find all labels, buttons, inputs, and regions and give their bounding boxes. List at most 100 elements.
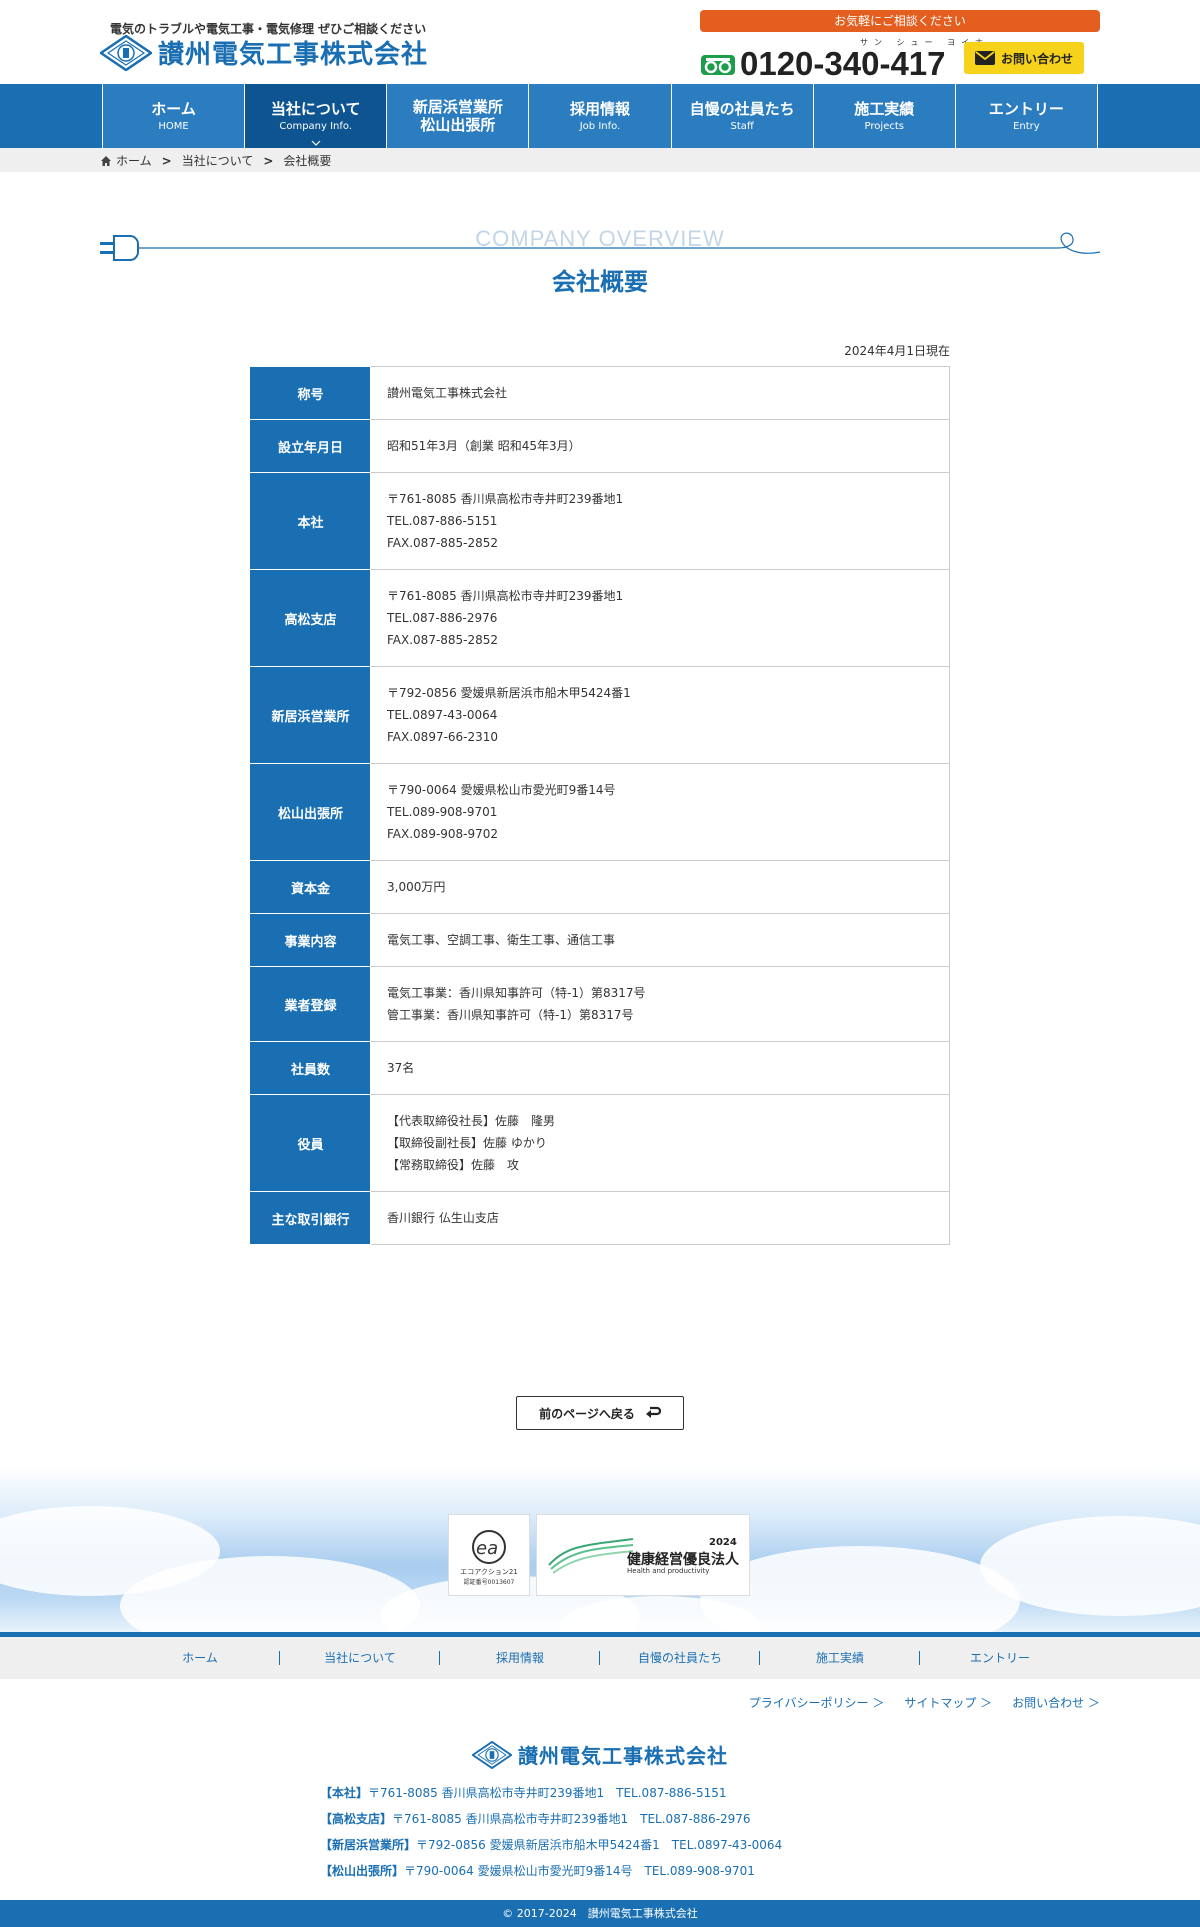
table-value-line: TEL.0897-43-0064 (387, 708, 498, 722)
footer-logo[interactable]: 讃州電気工事株式会社 (0, 1740, 1200, 1769)
table-row-label: 称号 (250, 366, 371, 420)
chevron-down-icon (311, 140, 321, 146)
table-value-line: 香川銀行 仏生山支店 (387, 1211, 499, 1225)
breadcrumb-separator: > (263, 153, 274, 168)
nav-item-recruit[interactable]: 採用情報 Job Info. (528, 84, 671, 148)
contact-link[interactable]: お問い合わせ ＞ (1012, 1694, 1100, 1711)
office-info: 〒761-8085 香川県高松市寺井町239番地1 TEL.087-886-29… (392, 1812, 751, 1826)
office-name: 【松山出張所】 (320, 1864, 405, 1878)
eco-action-badge[interactable]: ea エコアクション21 認証番号0013607 (448, 1514, 530, 1596)
nav-item-home[interactable]: ホーム HOME (102, 84, 245, 148)
nav-item-sublabel: Company Info. (279, 121, 353, 132)
table-row-value: 電気工事、空調工事、衛生工事、通信工事 (370, 913, 950, 967)
nav-item-label: エントリー (988, 100, 1064, 118)
table-value-line: 電気工事、空調工事、衛生工事、通信工事 (387, 933, 616, 947)
main-nav: ホーム HOME 当社について Company Info. 新居浜営業所 松山出… (0, 84, 1200, 148)
office-info: 〒792-0856 愛媛県新居浜市船木甲5424番1 TEL.0897-43-0… (416, 1838, 783, 1852)
table-row: 資本金 3,000万円 (250, 860, 950, 914)
nav-item-sublabel: Entry (1013, 121, 1040, 132)
footer-nav-projects[interactable]: 施工実績 (760, 1637, 920, 1679)
footer-nav-staff[interactable]: 自慢の社員たち (600, 1637, 760, 1679)
footer-nav-company[interactable]: 当社について (280, 1637, 440, 1679)
table-value-line: 37名 (387, 1061, 415, 1075)
footer-office-row: 【新居浜営業所】〒792-0856 愛媛県新居浜市船木甲5424番1 TEL.0… (320, 1832, 782, 1858)
table-row: 事業内容 電気工事、空調工事、衛生工事、通信工事 (250, 913, 950, 967)
office-name: 【高松支店】 (320, 1812, 393, 1826)
table-row: 主な取引銀行 香川銀行 仏生山支店 (250, 1191, 950, 1245)
table-value-line: 〒790-0064 愛媛県松山市愛光町9番14号 (387, 783, 616, 797)
sitemap-link[interactable]: サイトマップ ＞ (904, 1694, 992, 1711)
breadcrumb-home[interactable]: ホーム (116, 152, 152, 169)
office-name: 【本社】 (320, 1786, 369, 1800)
eco-action-label: エコアクション21 (460, 1567, 518, 1576)
table-value-line: 讃州電気工事株式会社 (387, 386, 508, 400)
table-value-line: 管工事業：香川県知事許可（特-1）第8317号 (387, 1008, 634, 1022)
company-name: 讃州電気工事株式会社 (158, 40, 429, 70)
office-info: 〒790-0064 愛媛県松山市愛光町9番14号 TEL.089-908-970… (404, 1864, 755, 1878)
svg-text:ea: ea (476, 1538, 498, 1559)
privacy-policy-link[interactable]: プライバシーポリシー ＞ (749, 1694, 885, 1711)
table-value-line: 〒792-0856 愛媛県新居浜市船木甲5424番1 (387, 686, 631, 700)
table-value-line: TEL.087-886-5151 (387, 514, 498, 528)
footer-offices: 【本社】〒761-8085 香川県高松市寺井町239番地1 TEL.087-88… (320, 1780, 782, 1884)
table-row: 業者登録 電気工事業：香川県知事許可（特-1）第8317号 管工事業：香川県知事許可… (250, 966, 950, 1042)
table-row-value: 電気工事業：香川県知事許可（特-1）第8317号 管工事業：香川県知事許可（特-1… (370, 966, 950, 1042)
back-button[interactable]: 前のページへ戻る (516, 1396, 684, 1430)
phone-contact[interactable]: サン シュー ヨイナ 0120-340-417 (700, 38, 989, 80)
table-value-line: TEL.089-908-9701 (387, 805, 498, 819)
table-row-value: 〒761-8085 香川県高松市寺井町239番地1 TEL.087-886-515… (370, 472, 950, 570)
footer-nav-home[interactable]: ホーム (120, 1637, 280, 1679)
health-badge-name: 健康経営優良法人 (627, 1552, 739, 1568)
table-value-line: FAX.089-908-9702 (387, 827, 499, 841)
table-row: 設立年月日 昭和51年3月（創業 昭和45年3月） (250, 419, 950, 473)
breadcrumb: ホーム > 当社について > 会社概要 (100, 152, 331, 169)
breadcrumb-company[interactable]: 当社について (182, 152, 254, 169)
nav-item-label: ホーム (151, 100, 196, 118)
table-row-value: 香川銀行 仏生山支店 (370, 1191, 950, 1245)
table-row-label: 高松支店 (250, 569, 371, 667)
nav-item-label: 施工実績 (854, 100, 915, 118)
as-of-date: 2024年4月1日現在 (844, 344, 950, 358)
health-management-badge[interactable]: 2024 健康経営優良法人 Health and productivity (536, 1514, 750, 1596)
contact-button-label: お問い合わせ (1000, 51, 1073, 66)
eco-action-number: 認証番号0013607 (463, 1578, 515, 1586)
table-row-label: 本社 (250, 472, 371, 570)
footer-links: プライバシーポリシー ＞ サイトマップ ＞ お問い合わせ ＞ (600, 1694, 1100, 1711)
footer-nav-recruit[interactable]: 採用情報 (440, 1637, 600, 1679)
footer-nav-label: 自慢の社員たち (637, 1651, 722, 1665)
table-value-line: 〒761-8085 香川県高松市寺井町239番地1 (387, 589, 624, 603)
table-value-line: FAX.087-885-2852 (387, 536, 499, 550)
table-row-value: 昭和51年3月（創業 昭和45年3月） (370, 419, 950, 473)
phone-number: 0120-340-417 (740, 45, 946, 82)
consult-banner: お気軽にご相談ください (700, 10, 1100, 32)
table-row-value: 3,000万円 (370, 860, 950, 914)
nav-item-entry[interactable]: エントリー Entry (954, 84, 1098, 148)
return-arrow-icon (645, 1406, 661, 1418)
table-value-line: 〒761-8085 香川県高松市寺井町239番地1 (387, 492, 624, 506)
footer-nav-label: 当社について (324, 1651, 396, 1665)
nav-item-projects[interactable]: 施工実績 Projects (812, 84, 955, 148)
breadcrumb-bar: ホーム > 当社について > 会社概要 (0, 148, 1200, 172)
contact-button[interactable]: お問い合わせ (964, 42, 1084, 74)
nav-item-label: 自慢の社員たち (689, 100, 795, 118)
back-button-label: 前のページへ戻る (539, 1406, 635, 1421)
footer-nav-entry[interactable]: エントリー (920, 1637, 1080, 1679)
health-waves-icon (548, 1538, 634, 1574)
footer-nav-label: 採用情報 (495, 1651, 544, 1665)
table-row-label: 主な取引銀行 (250, 1191, 371, 1245)
footer-office-row: 【松山出張所】〒790-0064 愛媛県松山市愛光町9番14号 TEL.089-… (320, 1858, 782, 1884)
table-value-line: 昭和51年3月（創業 昭和45年3月） (387, 439, 581, 453)
nav-item-branches[interactable]: 新居浜営業所 松山出張所 (386, 84, 529, 148)
nav-item-label: 新居浜営業所 (412, 98, 503, 116)
health-badge-sub: Health and productivity (627, 1567, 710, 1575)
company-info-table: 称号 讃州電気工事株式会社 設立年月日 昭和51年3月（創業 昭和45年3月） 本社 〒7… (250, 366, 950, 1245)
nav-item-company[interactable]: 当社について Company Info. (244, 84, 387, 148)
site-header: 電気のトラブルや電気工事・電気修理 ぜひご相談ください 讃州電気工事株式会社 お… (0, 0, 1200, 84)
nav-item-sublabel: Job Info. (579, 121, 621, 132)
table-row: 役員 【代表取締役社長】佐藤 隆男 【取締役副社長】佐藤 ゆかり 【常務取締役】佐藤 … (250, 1094, 950, 1192)
nav-item-staff[interactable]: 自慢の社員たち Staff (670, 84, 813, 148)
table-row-label: 役員 (250, 1094, 371, 1192)
footer-nav-label: エントリー (969, 1651, 1030, 1665)
site-logo[interactable]: 讃州電気工事株式会社 (100, 34, 428, 71)
table-row-label: 社員数 (250, 1041, 371, 1095)
